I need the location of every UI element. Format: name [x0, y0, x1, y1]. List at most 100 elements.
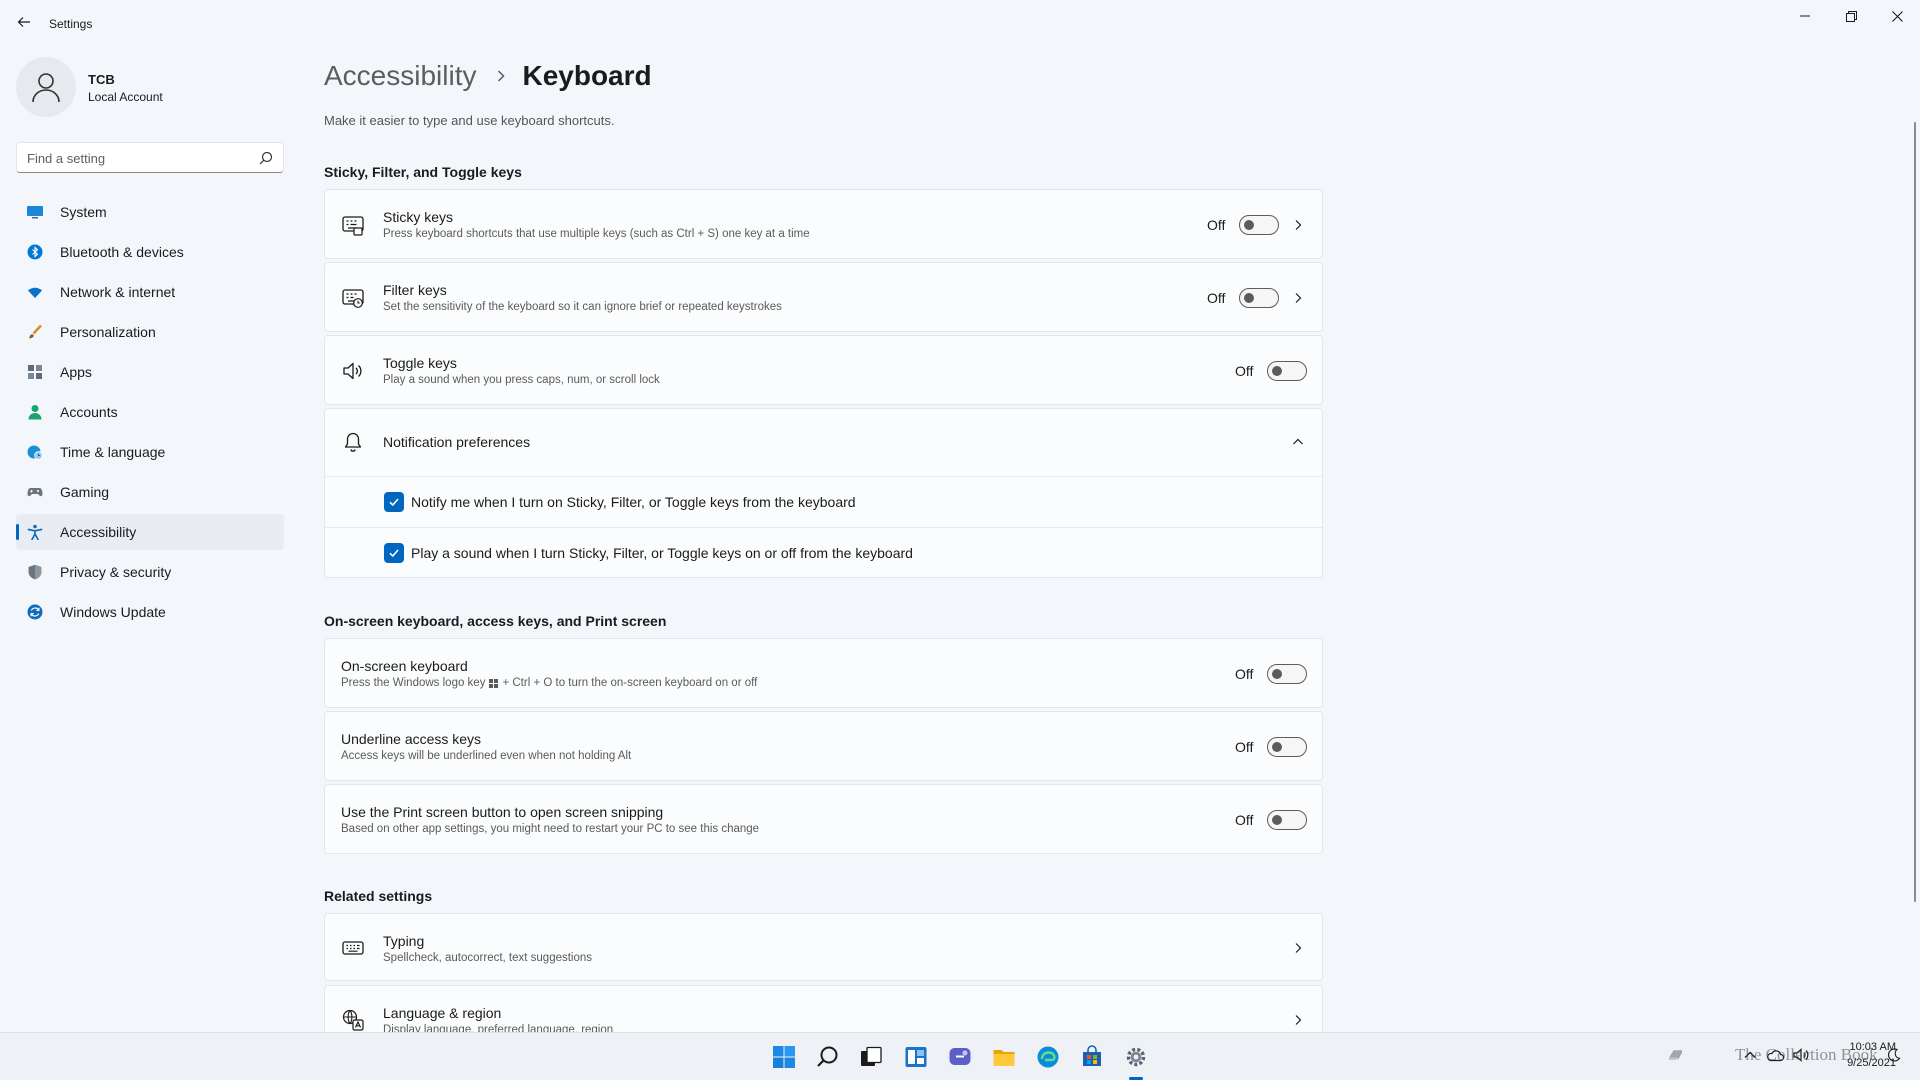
- sidebar-item-apps[interactable]: Apps: [16, 354, 284, 390]
- sticky-keys-icon: [342, 216, 364, 236]
- sidebar-item-accounts[interactable]: Accounts: [16, 394, 284, 430]
- close-button[interactable]: [1874, 0, 1920, 32]
- widgets-icon[interactable]: [904, 1045, 928, 1069]
- filter-keys-card[interactable]: Filter keys Set the sensitivity of the k…: [324, 262, 1323, 332]
- globe-clock-icon: [27, 445, 43, 460]
- minimize-button[interactable]: [1782, 0, 1828, 32]
- search-box[interactable]: [16, 142, 284, 173]
- print-screen-toggle[interactable]: [1267, 810, 1307, 830]
- back-arrow-icon: [17, 17, 30, 27]
- onscreen-keyboard-toggle[interactable]: [1267, 664, 1307, 684]
- sidebar-item-time-language[interactable]: Time & language: [16, 434, 284, 470]
- notification-preferences-header[interactable]: Notification preferences: [325, 409, 1322, 476]
- sidebar-item-label: Bluetooth & devices: [60, 244, 184, 260]
- sticky-keys-subtitle: Press keyboard shortcuts that use multip…: [383, 228, 810, 240]
- language-region-card[interactable]: Language & region Display language, pref…: [324, 985, 1323, 1032]
- sidebar-item-windows-update[interactable]: Windows Update: [16, 594, 284, 630]
- bell-icon: [344, 432, 362, 452]
- underline-access-keys-title: Underline access keys: [341, 731, 482, 747]
- search-input[interactable]: [27, 149, 247, 167]
- onscreen-keyboard-subtitle: Press the Windows logo key + Ctrl + O to…: [341, 677, 757, 689]
- toggle-keys-state: Off: [1235, 363, 1254, 379]
- play-sound-checkbox-label[interactable]: Play a sound when I turn Sticky, Filter,…: [411, 545, 913, 561]
- sidebar-item-gaming[interactable]: Gaming: [16, 474, 284, 510]
- onscreen-keyboard-subtitle-end: + Ctrl + O to turn the on-screen keyboar…: [502, 677, 758, 689]
- section-title-onscreen: On-screen keyboard, access keys, and Pri…: [324, 613, 667, 629]
- speaker-icon: [343, 362, 362, 380]
- sidebar-item-label: Accounts: [60, 404, 118, 420]
- underline-access-keys-toggle[interactable]: [1267, 737, 1307, 757]
- sidebar-item-system[interactable]: System: [16, 194, 284, 230]
- toggle-keys-toggle[interactable]: [1267, 361, 1307, 381]
- monitor-icon: [27, 206, 43, 219]
- sticky-keys-toggle[interactable]: [1239, 215, 1279, 235]
- toggle-keys-subtitle: Play a sound when you press caps, num, o…: [383, 374, 660, 386]
- chat-icon[interactable]: [948, 1045, 972, 1069]
- sidebar-item-accessibility[interactable]: Accessibility: [16, 514, 284, 550]
- checkmark-icon: [389, 549, 399, 558]
- page-title: Keyboard: [522, 60, 652, 91]
- typing-subtitle: Spellcheck, autocorrect, text suggestion…: [383, 952, 593, 964]
- brush-icon: [29, 324, 42, 339]
- filter-keys-title: Filter keys: [383, 282, 447, 298]
- close-icon: [1891, 10, 1903, 22]
- book-logo-icon: [1668, 1050, 1682, 1060]
- apps-icon: [28, 365, 42, 379]
- play-sound-checkbox[interactable]: [384, 543, 404, 563]
- sidebar-item-label: Time & language: [60, 444, 166, 460]
- shield-icon: [28, 564, 42, 580]
- task-view-icon[interactable]: [859, 1045, 883, 1069]
- sidebar-item-label: Windows Update: [60, 604, 166, 620]
- watermark-text: The Collection Book: [1735, 1045, 1878, 1064]
- avatar: [16, 57, 76, 117]
- section-title-related: Related settings: [324, 888, 433, 904]
- print-screen-subtitle: Based on other app settings, you might n…: [341, 823, 760, 835]
- notification-moon-icon[interactable]: [1886, 1047, 1902, 1063]
- file-explorer-icon[interactable]: [992, 1045, 1016, 1069]
- sidebar-item-network[interactable]: Network & internet: [16, 274, 284, 310]
- section-title-sticky: Sticky, Filter, and Toggle keys: [324, 164, 522, 180]
- start-icon[interactable]: [772, 1045, 796, 1069]
- search-icon[interactable]: [816, 1045, 840, 1069]
- notify-checkbox[interactable]: [384, 492, 404, 512]
- minimize-icon: [1800, 15, 1810, 17]
- onscreen-keyboard-card: On-screen keyboard Press the Windows log…: [324, 638, 1323, 708]
- store-icon[interactable]: [1080, 1045, 1104, 1069]
- edge-icon[interactable]: [1036, 1045, 1060, 1069]
- sidebar-item-bluetooth[interactable]: Bluetooth & devices: [16, 234, 284, 270]
- typing-card[interactable]: Typing Spellcheck, autocorrect, text sug…: [324, 913, 1323, 981]
- sidebar-item-label: Gaming: [60, 484, 110, 500]
- typing-title: Typing: [383, 933, 425, 949]
- onscreen-keyboard-subtitle-start: Press the Windows logo key: [341, 677, 486, 689]
- language-card-clip: Language & region Display language, pref…: [324, 985, 1323, 1032]
- user-profile[interactable]: TCB Local Account: [16, 57, 286, 117]
- underline-access-keys-subtitle: Access keys will be underlined even when…: [341, 750, 632, 762]
- toggle-keys-title: Toggle keys: [383, 355, 457, 371]
- restore-button[interactable]: [1828, 0, 1874, 32]
- filter-keys-state: Off: [1207, 290, 1226, 306]
- vertical-scrollbar[interactable]: [1914, 122, 1916, 902]
- sidebar-item-label: Accessibility: [60, 524, 137, 540]
- chevron-right-icon: [1295, 220, 1302, 230]
- back-button[interactable]: [12, 10, 36, 34]
- notify-checkbox-label[interactable]: Notify me when I turn on Sticky, Filter,…: [411, 494, 856, 510]
- divider: [325, 476, 1322, 477]
- sticky-keys-card[interactable]: Sticky keys Press keyboard shortcuts tha…: [324, 189, 1323, 259]
- sidebar-item-personalization[interactable]: Personalization: [16, 314, 284, 350]
- sidebar-item-label: Apps: [60, 364, 92, 380]
- sidebar-item-privacy[interactable]: Privacy & security: [16, 554, 284, 590]
- breadcrumb-parent[interactable]: Accessibility: [324, 60, 476, 92]
- onscreen-keyboard-state: Off: [1235, 666, 1254, 682]
- print-screen-title: Use the Print screen button to open scre…: [341, 804, 664, 820]
- chevron-up-icon: [1293, 438, 1303, 445]
- breadcrumb: Accessibility Keyboard: [324, 56, 652, 96]
- search-icon[interactable]: [259, 151, 273, 165]
- sticky-keys-title: Sticky keys: [383, 209, 454, 225]
- language-region-subtitle: Display language, preferred language, re…: [383, 1024, 614, 1032]
- settings-gear-icon[interactable]: [1124, 1045, 1148, 1069]
- chevron-right-icon: [1295, 293, 1302, 303]
- toggle-keys-card: Toggle keys Play a sound when you press …: [324, 335, 1323, 405]
- chevron-right-icon: [494, 69, 508, 83]
- app-title: Settings: [49, 17, 93, 31]
- filter-keys-toggle[interactable]: [1239, 288, 1279, 308]
